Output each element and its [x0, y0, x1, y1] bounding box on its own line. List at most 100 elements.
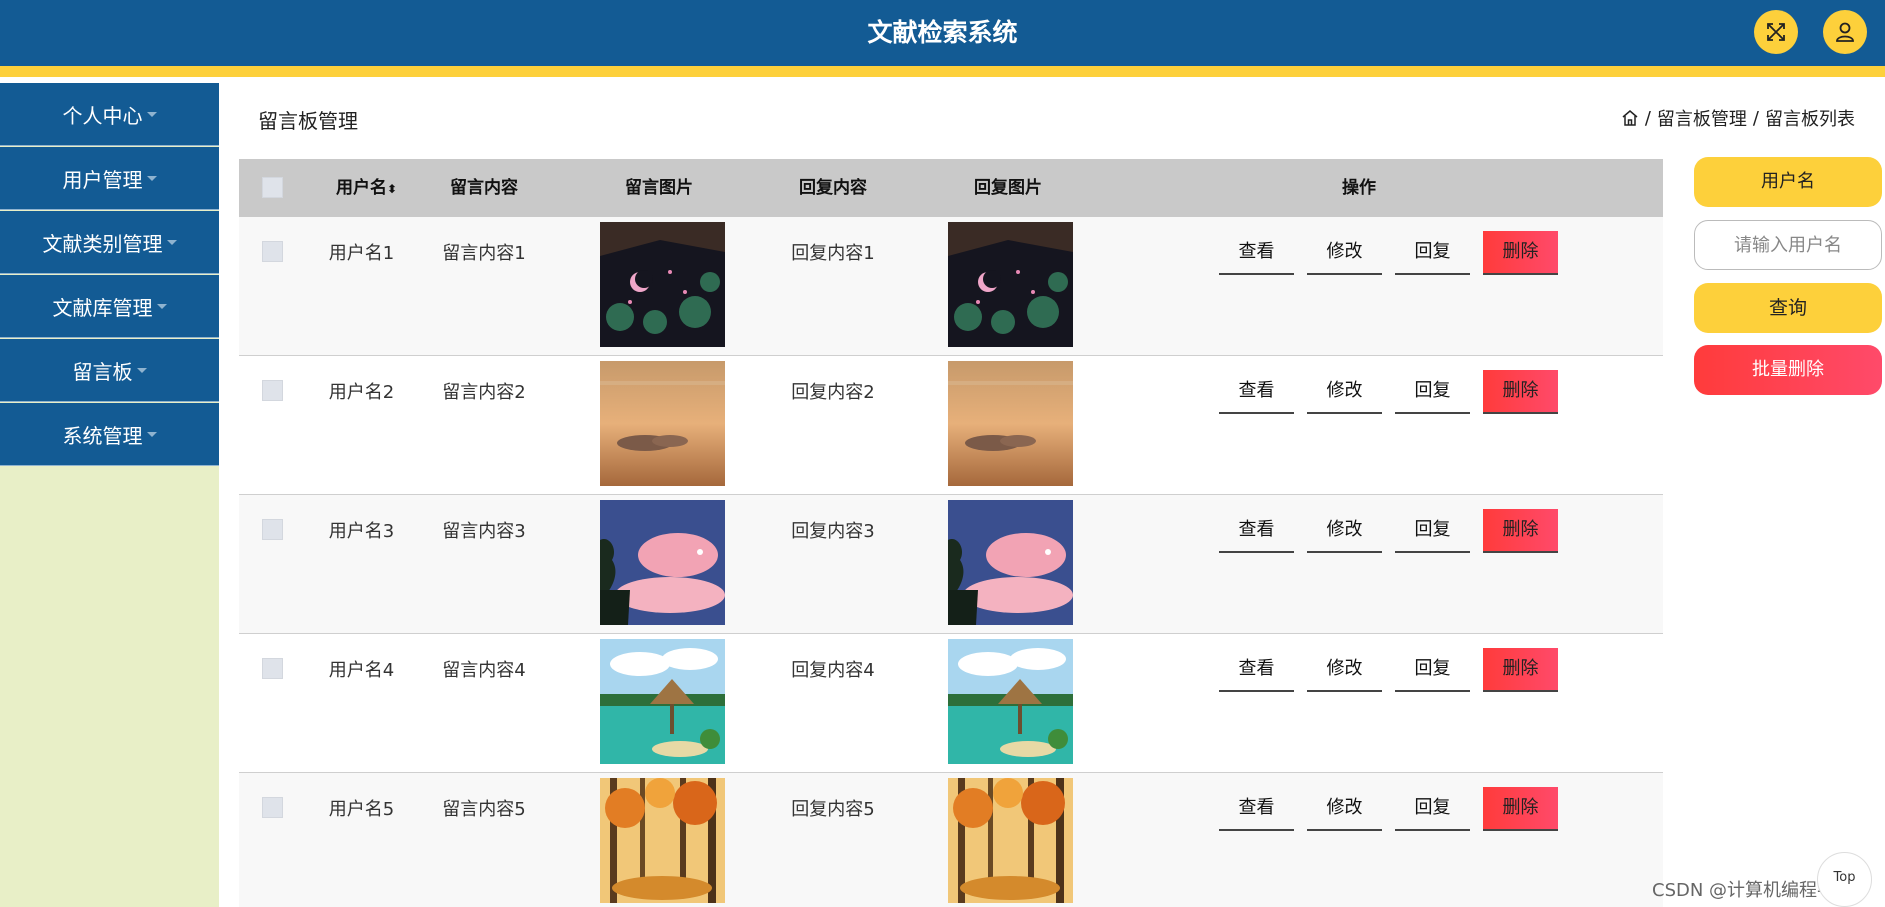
header-accent-strip — [0, 66, 1885, 77]
cell-username: 用户名5 — [328, 799, 395, 820]
cell-reply-content: 回复内容3 — [791, 521, 875, 542]
view-button[interactable]: 查看 — [1219, 648, 1294, 692]
view-button[interactable]: 查看 — [1219, 787, 1294, 831]
view-button[interactable]: 查看 — [1219, 231, 1294, 275]
sidebar-item-label: 用户管理 — [62, 167, 143, 192]
sidebar-item-system-management[interactable]: 系统管理 — [0, 403, 219, 466]
sidebar-item-label: 个人中心 — [62, 103, 143, 128]
cell-message-content: 留言内容1 — [442, 243, 526, 264]
column-header-username[interactable]: 用户名⬍ — [319, 159, 414, 217]
edit-button[interactable]: 修改 — [1307, 231, 1382, 275]
cell-reply-content: 回复内容5 — [791, 799, 875, 820]
cell-username: 用户名2 — [328, 382, 395, 403]
row-checkbox[interactable] — [262, 241, 283, 262]
message-image[interactable] — [600, 222, 725, 347]
edit-button[interactable]: 修改 — [1307, 509, 1382, 553]
cell-username: 用户名1 — [328, 243, 395, 264]
sidebar-item-label: 留言板 — [72, 359, 133, 384]
user-button[interactable] — [1823, 10, 1867, 54]
reply-image[interactable] — [948, 500, 1073, 625]
search-button[interactable]: 查询 — [1694, 283, 1882, 333]
chevron-down-icon — [136, 367, 147, 373]
column-header-label: 用户名 — [335, 178, 387, 198]
cell-reply-content: 回复内容2 — [791, 382, 875, 403]
reply-image[interactable] — [948, 361, 1073, 486]
table-row[interactable]: 用户名2 留言内容2 回复内容2 查看 修改 回复 删除 — [239, 356, 1663, 495]
table-row[interactable]: 用户名4 留言内容4 回复内容4 查看 修改 回复 删除 — [239, 634, 1663, 773]
batch-delete-button[interactable]: 批量删除 — [1694, 345, 1882, 395]
delete-button[interactable]: 删除 — [1483, 648, 1558, 692]
breadcrumb-item: 留言板列表 — [1765, 109, 1855, 130]
edit-button[interactable]: 修改 — [1307, 648, 1382, 692]
select-all-checkbox[interactable] — [262, 177, 283, 198]
reply-image[interactable] — [948, 222, 1073, 347]
username-search-input[interactable] — [1694, 220, 1882, 270]
sort-icon[interactable]: ⬍ — [387, 182, 397, 196]
sidebar-item-library-management[interactable]: 文献库管理 — [0, 275, 219, 338]
sidebar-item-label: 文献类别管理 — [42, 231, 163, 256]
row-checkbox[interactable] — [262, 797, 283, 818]
cell-message-content: 留言内容4 — [442, 660, 526, 681]
reply-button[interactable]: 回复 — [1395, 648, 1470, 692]
back-to-top-button[interactable]: Top — [1817, 852, 1872, 907]
row-checkbox[interactable] — [262, 380, 283, 401]
breadcrumb: / 留言板管理 / 留言板列表 — [1621, 105, 1855, 131]
reply-button[interactable]: 回复 — [1395, 509, 1470, 553]
sidebar-item-category-management[interactable]: 文献类别管理 — [0, 211, 219, 274]
delete-button[interactable]: 删除 — [1483, 231, 1558, 275]
message-table: 用户名⬍ 留言内容 留言图片 回复内容 回复图片 操作 用户名1 留言内容1 回复内… — [239, 159, 1663, 907]
sidebar-item-label: 系统管理 — [62, 423, 143, 448]
chevron-down-icon — [156, 303, 167, 309]
reply-button[interactable]: 回复 — [1395, 787, 1470, 831]
page-title: 留言板管理 — [258, 109, 358, 133]
search-label: 用户名 — [1694, 157, 1882, 207]
sidebar-item-message-board[interactable]: 留言板 — [0, 339, 219, 402]
breadcrumb-item[interactable]: 留言板管理 — [1657, 105, 1747, 131]
reply-button[interactable]: 回复 — [1395, 370, 1470, 414]
sidebar: 个人中心 用户管理 文献类别管理 文献库管理 留言板 系统管理 — [0, 83, 219, 907]
cell-message-content: 留言内容5 — [442, 799, 526, 820]
delete-button[interactable]: 删除 — [1483, 509, 1558, 553]
app-title: 文献检索系统 — [867, 18, 1018, 47]
delete-button[interactable]: 删除 — [1483, 370, 1558, 414]
sidebar-item-user-management[interactable]: 用户管理 — [0, 147, 219, 210]
edit-button[interactable]: 修改 — [1307, 370, 1382, 414]
cell-username: 用户名3 — [328, 521, 395, 542]
chevron-down-icon — [146, 111, 157, 117]
message-image[interactable] — [600, 778, 725, 903]
message-image[interactable] — [600, 500, 725, 625]
edit-button[interactable]: 修改 — [1307, 787, 1382, 831]
breadcrumb-separator: / — [1752, 107, 1759, 129]
column-header-content: 留言内容 — [450, 178, 518, 198]
table-row[interactable]: 用户名3 留言内容3 回复内容3 查看 修改 回复 删除 — [239, 495, 1663, 634]
cell-message-content: 留言内容2 — [442, 382, 526, 403]
reply-image[interactable] — [948, 778, 1073, 903]
reply-image[interactable] — [948, 639, 1073, 764]
table-header: 用户名⬍ 留言内容 留言图片 回复内容 回复图片 操作 — [239, 159, 1663, 217]
cell-message-content: 留言内容3 — [442, 521, 526, 542]
table-row[interactable]: 用户名1 留言内容1 回复内容1 查看 修改 回复 删除 — [239, 217, 1663, 356]
column-header-reply-image: 回复图片 — [974, 178, 1042, 198]
fullscreen-button[interactable] — [1754, 10, 1798, 54]
chevron-down-icon — [146, 431, 157, 437]
cell-reply-content: 回复内容4 — [791, 660, 875, 681]
cell-reply-content: 回复内容1 — [791, 243, 875, 264]
sidebar-item-personal-center[interactable]: 个人中心 — [0, 83, 219, 146]
table-row[interactable]: 用户名5 留言内容5 回复内容5 查看 修改 回复 删除 — [239, 773, 1663, 907]
view-button[interactable]: 查看 — [1219, 370, 1294, 414]
message-image[interactable] — [600, 361, 725, 486]
column-header-image: 留言图片 — [625, 178, 693, 198]
sidebar-item-label: 文献库管理 — [52, 295, 153, 320]
user-icon — [1836, 22, 1854, 42]
row-checkbox[interactable] — [262, 658, 283, 679]
row-checkbox[interactable] — [262, 519, 283, 540]
column-header-reply: 回复内容 — [799, 178, 867, 198]
chevron-down-icon — [166, 239, 177, 245]
reply-button[interactable]: 回复 — [1395, 231, 1470, 275]
message-image[interactable] — [600, 639, 725, 764]
delete-button[interactable]: 删除 — [1483, 787, 1558, 831]
chevron-down-icon — [146, 175, 157, 181]
home-icon[interactable] — [1621, 109, 1639, 127]
app-header: 文献检索系统 — [0, 0, 1885, 66]
view-button[interactable]: 查看 — [1219, 509, 1294, 553]
